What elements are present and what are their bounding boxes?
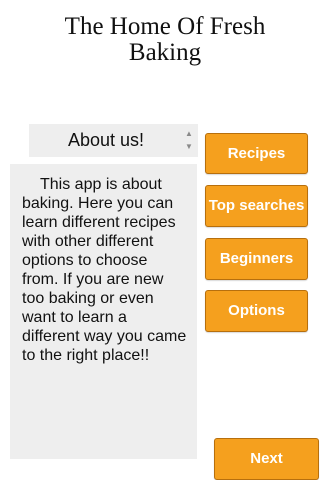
top-searches-button[interactable]: Top searches [205, 185, 308, 227]
chevron-up-icon[interactable]: ▲ [184, 127, 194, 140]
options-button[interactable]: Options [205, 290, 308, 332]
next-button[interactable]: Next [214, 438, 319, 480]
about-dropdown-value: About us! [67, 130, 145, 150]
page-title: The Home Of Fresh Baking [64, 13, 266, 66]
about-description: This app is about baking. Here you can l… [10, 164, 197, 459]
about-dropdown[interactable]: About us! ▲ ▼ [29, 124, 198, 157]
beginners-button[interactable]: Beginners [205, 238, 308, 280]
dropdown-spinner[interactable]: ▲ ▼ [184, 127, 194, 154]
chevron-down-icon[interactable]: ▼ [184, 140, 194, 153]
recipes-button[interactable]: Recipes [205, 133, 308, 174]
